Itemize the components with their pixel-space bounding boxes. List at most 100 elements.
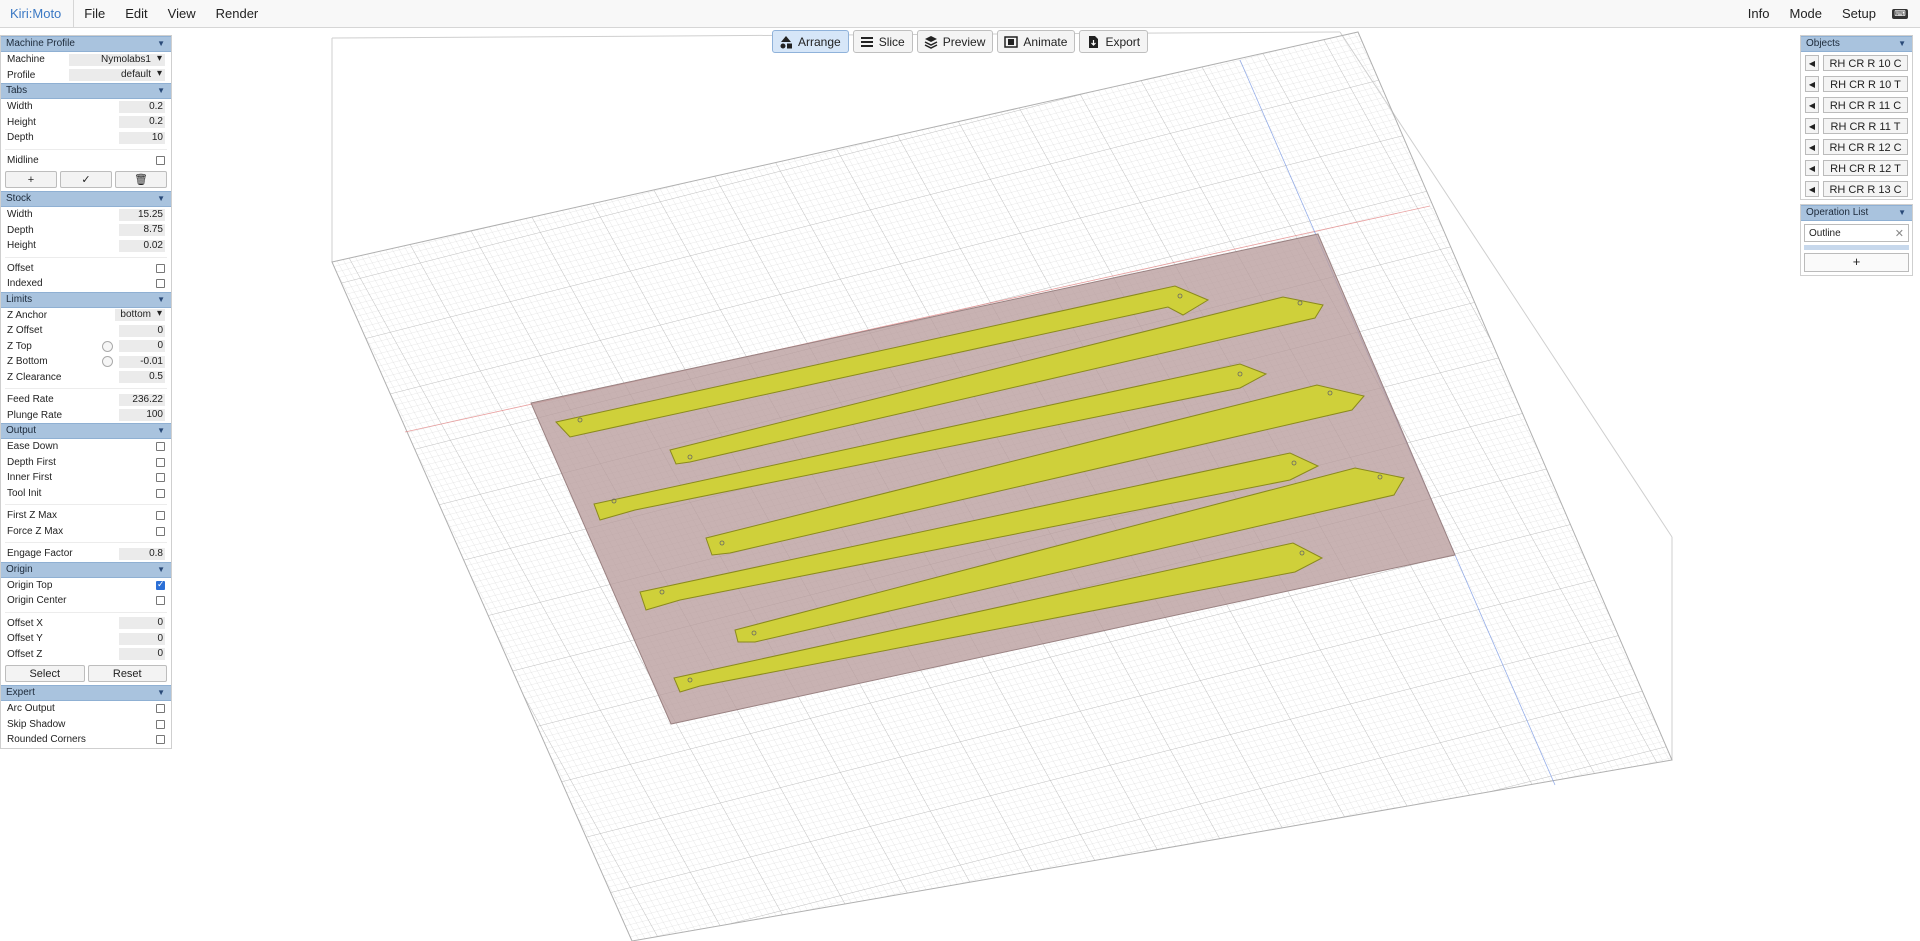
origin-center-checkbox[interactable] xyxy=(156,596,165,606)
collapse-icon[interactable]: ▼ xyxy=(157,84,165,98)
tabs-height-input[interactable]: 0.2 xyxy=(119,116,165,129)
midline-checkbox[interactable] xyxy=(156,155,165,165)
keyboard-icon[interactable]: ⌨ xyxy=(1892,8,1908,19)
offset-x-input[interactable]: 0 xyxy=(119,617,165,630)
app-brand[interactable]: Kiri:Moto xyxy=(0,0,75,28)
ease-down-checkbox[interactable] xyxy=(156,442,165,452)
object-name[interactable]: RH CR R 11 C xyxy=(1823,96,1908,113)
select-button[interactable]: Select xyxy=(5,665,85,682)
operation-item[interactable]: Outline ✕ xyxy=(1804,224,1909,242)
engage-factor-input[interactable]: 0.8 xyxy=(119,547,165,560)
force-z-max-checkbox[interactable] xyxy=(156,526,165,536)
origin-top-checkbox[interactable] xyxy=(156,579,165,590)
objects-header[interactable]: Objects ▼ xyxy=(1801,36,1912,52)
stock-height-input[interactable]: 0.02 xyxy=(119,239,165,252)
collapse-icon[interactable]: ▼ xyxy=(157,563,165,577)
caret-left-icon[interactable]: ◀ xyxy=(1805,138,1819,155)
collapse-icon[interactable]: ▼ xyxy=(157,424,165,438)
reset-button[interactable]: Reset xyxy=(87,665,167,682)
collapse-icon[interactable]: ▼ xyxy=(1898,206,1906,220)
caret-left-icon[interactable]: ◀ xyxy=(1805,75,1819,92)
tabs-depth-input[interactable]: 10 xyxy=(119,131,165,144)
section-limits[interactable]: Limits ▼ xyxy=(1,291,171,308)
delete-tabs-button[interactable]: 🗑 xyxy=(115,171,167,188)
tool-init-checkbox[interactable] xyxy=(156,488,165,498)
z-bottom-input[interactable]: -0.01 xyxy=(119,355,165,368)
z-top-toggle[interactable] xyxy=(102,340,113,352)
depth-first-checkbox[interactable] xyxy=(156,457,165,467)
workspace-viewport[interactable] xyxy=(0,28,1920,941)
caret-left-icon[interactable]: ◀ xyxy=(1805,117,1819,134)
z-clearance-input[interactable]: 0.5 xyxy=(119,371,165,384)
object-item[interactable]: ◀ RH CR R 13 C xyxy=(1801,178,1912,199)
object-item[interactable]: ◀ RH CR R 11 T xyxy=(1801,115,1912,136)
menu-mode[interactable]: Mode xyxy=(1779,0,1832,28)
inner-first-checkbox[interactable] xyxy=(156,473,165,483)
object-name[interactable]: RH CR R 13 C xyxy=(1823,180,1908,197)
menu-file[interactable]: File xyxy=(74,0,115,28)
object-item[interactable]: ◀ RH CR R 10 C xyxy=(1801,52,1912,73)
z-anchor-select[interactable]: bottom xyxy=(115,308,165,322)
arrange-button[interactable]: Arrange xyxy=(772,30,849,53)
animate-button[interactable]: Animate xyxy=(997,30,1076,53)
operation-list-header[interactable]: Operation List ▼ xyxy=(1801,205,1912,221)
caret-left-icon[interactable]: ◀ xyxy=(1805,96,1819,113)
stock-indexed-checkbox[interactable] xyxy=(156,279,165,289)
z-offset-input[interactable]: 0 xyxy=(119,324,165,337)
object-name[interactable]: RH CR R 12 T xyxy=(1823,159,1908,176)
object-item[interactable]: ◀ RH CR R 12 T xyxy=(1801,157,1912,178)
section-tabs[interactable]: Tabs ▼ xyxy=(1,83,171,99)
section-stock[interactable]: Stock ▼ xyxy=(1,191,171,207)
first-z-max-checkbox[interactable] xyxy=(156,511,165,521)
collapse-icon[interactable]: ▼ xyxy=(1898,37,1906,51)
object-name[interactable]: RH CR R 10 C xyxy=(1823,54,1908,71)
offset-z-input[interactable]: 0 xyxy=(119,648,165,661)
stock-width-input[interactable]: 15.25 xyxy=(119,208,165,221)
object-item[interactable]: ◀ RH CR R 12 C xyxy=(1801,136,1912,157)
z-bottom-toggle[interactable] xyxy=(102,356,113,368)
profile-select[interactable]: default xyxy=(69,68,165,82)
offset-y-input[interactable]: 0 xyxy=(119,632,165,645)
machine-select[interactable]: Nymolabs1 xyxy=(69,53,165,66)
object-name[interactable]: RH CR R 10 T xyxy=(1823,75,1908,92)
skip-shadow-checkbox[interactable] xyxy=(156,719,165,729)
object-item[interactable]: ◀ RH CR R 10 T xyxy=(1801,73,1912,94)
object-item[interactable]: ◀ RH CR R 11 C xyxy=(1801,94,1912,115)
section-origin[interactable]: Origin ▼ xyxy=(1,561,171,578)
caret-left-icon[interactable]: ◀ xyxy=(1805,180,1819,197)
z-top-input[interactable]: 0 xyxy=(119,340,165,353)
section-output[interactable]: Output ▼ xyxy=(1,423,171,439)
tabs-width-input[interactable]: 0.2 xyxy=(119,100,165,113)
operation-name[interactable]: Outline xyxy=(1809,228,1895,239)
menu-render[interactable]: Render xyxy=(206,0,269,28)
collapse-icon[interactable]: ▼ xyxy=(157,293,165,307)
caret-left-icon[interactable]: ◀ xyxy=(1805,54,1819,71)
export-button[interactable]: Export xyxy=(1079,30,1149,53)
menu-view[interactable]: View xyxy=(158,0,206,28)
rounded-corners-checkbox[interactable] xyxy=(156,735,165,745)
scene-3d[interactable] xyxy=(0,28,1920,941)
close-icon[interactable]: ✕ xyxy=(1895,227,1904,240)
caret-left-icon[interactable]: ◀ xyxy=(1805,159,1819,176)
add-operation-button[interactable]: + xyxy=(1804,253,1909,272)
collapse-icon[interactable]: ▼ xyxy=(157,192,165,206)
collapse-icon[interactable]: ▼ xyxy=(157,686,165,700)
slice-button[interactable]: Slice xyxy=(852,30,913,53)
menu-info[interactable]: Info xyxy=(1738,0,1780,28)
section-machine-profile[interactable]: Machine Profile ▼ xyxy=(1,36,171,52)
object-name[interactable]: RH CR R 11 T xyxy=(1823,117,1908,134)
add-tab-button[interactable]: + xyxy=(5,171,57,188)
object-name[interactable]: RH CR R 12 C xyxy=(1823,138,1908,155)
section-expert[interactable]: Expert ▼ xyxy=(1,685,171,701)
accept-tabs-button[interactable]: ✓ xyxy=(60,171,112,188)
feed-rate-input[interactable]: 236.22 xyxy=(119,393,165,406)
menu-setup[interactable]: Setup xyxy=(1832,0,1886,28)
stock-depth-input[interactable]: 8.75 xyxy=(119,224,165,237)
arc-output-checkbox[interactable] xyxy=(156,704,165,714)
collapse-icon[interactable]: ▼ xyxy=(157,37,165,51)
stock-offset-checkbox[interactable] xyxy=(156,263,165,273)
machine-label: Machine xyxy=(7,54,45,66)
preview-button[interactable]: Preview xyxy=(916,30,994,53)
menu-edit[interactable]: Edit xyxy=(115,0,157,28)
plunge-rate-input[interactable]: 100 xyxy=(119,409,165,422)
